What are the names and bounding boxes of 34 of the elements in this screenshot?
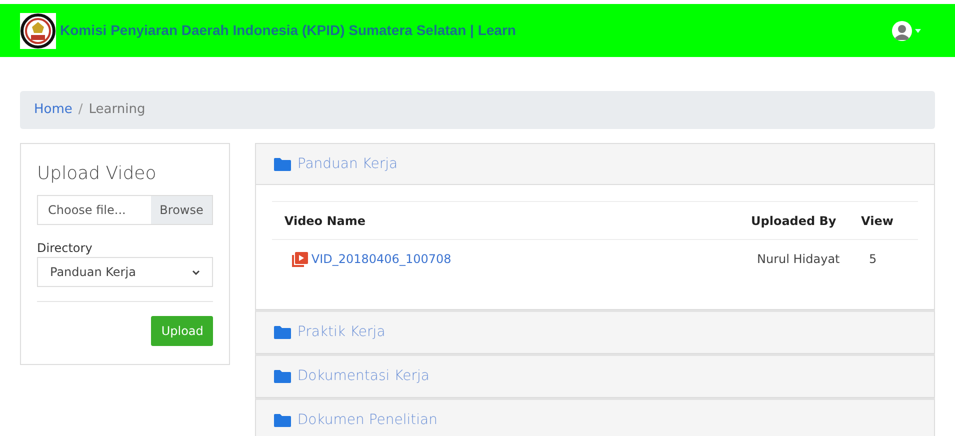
folder-header[interactable]: Dokumentasi Kerja	[256, 356, 934, 397]
column-header: Video Name	[283, 212, 366, 230]
site-title[interactable]: Komisi Penyiaran Daerah Indonesia (KPID) Sumatera Selatan | Learn	[60, 20, 516, 41]
file-field[interactable]: Choose file... Browse	[37, 195, 214, 225]
breadcrumb-current: Learning	[88, 101, 146, 120]
folder-header[interactable]: Praktik Kerja	[256, 312, 934, 353]
column-header: Uploaded By	[751, 212, 838, 230]
folder-name: Praktik Kerja	[297, 323, 386, 342]
folder-name: Panduan Kerja	[297, 154, 398, 174]
folder-name: Dokumen Penelitian	[297, 411, 438, 430]
field-label: Directory	[37, 240, 94, 257]
view-count: 5	[868, 251, 878, 268]
logo-icon	[20, 12, 56, 48]
avatar-icon	[892, 20, 912, 40]
chevron-icon	[192, 270, 200, 274]
card-title: Upload Video	[37, 162, 158, 186]
breadcrumb-link[interactable]: Home	[34, 100, 72, 120]
column-header: View	[861, 212, 894, 230]
folder-icon	[274, 326, 292, 339]
folder-icon	[274, 158, 292, 170]
folder-header[interactable]: Panduan Kerja	[256, 144, 934, 185]
directory-select[interactable]: Panduan Kerja	[37, 257, 214, 287]
video-link[interactable]: VID_20180406_100708	[311, 250, 452, 268]
uploader-cell-text: Nurul Hidayat	[756, 251, 841, 268]
video-icon	[292, 252, 308, 266]
folder-icon	[274, 414, 292, 427]
user-menu[interactable]	[892, 20, 921, 40]
caret-icon	[915, 28, 921, 32]
browse-button[interactable]: Browse	[150, 196, 212, 224]
folder-name: Dokumentasi Kerja	[297, 367, 430, 386]
breadcrumb-separator: /	[78, 101, 83, 120]
upload-button[interactable]: Upload	[151, 316, 214, 346]
folder-icon	[274, 370, 292, 383]
folder-header[interactable]: Dokumen Penelitian	[256, 400, 934, 436]
